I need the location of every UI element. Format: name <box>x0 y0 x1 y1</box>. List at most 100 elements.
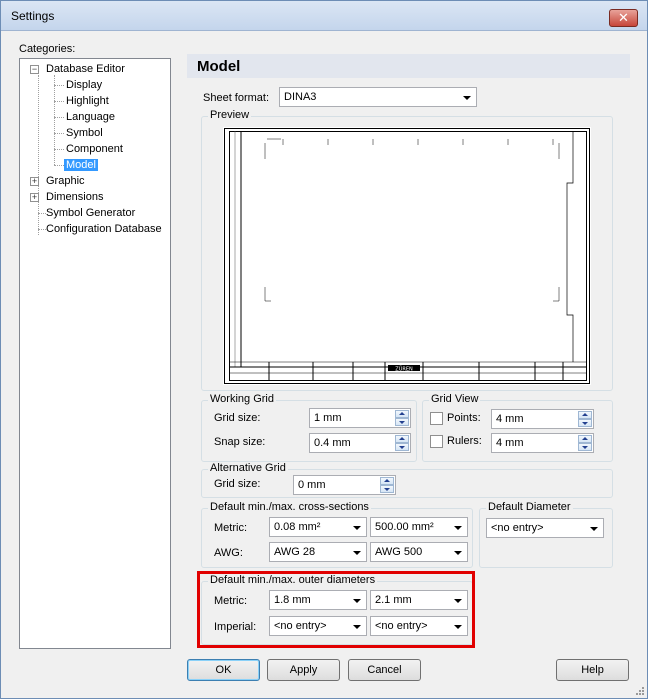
title-bar: Settings ✕ <box>1 1 647 31</box>
rulers-spinner[interactable]: 4 mm <box>491 433 594 453</box>
cross-awg-min-dropdown[interactable]: AWG 28 <box>269 542 367 562</box>
tree-item-label: Language <box>66 111 115 123</box>
cross-awg-min-value: AWG 28 <box>274 546 316 558</box>
cross-metric-min-dropdown[interactable]: 0.08 mm² <box>269 517 367 537</box>
chevron-down-icon <box>454 526 462 530</box>
tree-item-label: Database Editor <box>46 63 125 75</box>
cross-metric-max-value: 500.00 mm² <box>375 521 434 533</box>
close-icon: ✕ <box>618 10 629 25</box>
points-value: 4 mm <box>496 413 524 425</box>
tree-connector <box>54 133 64 134</box>
preview-company-text: ZÜREN <box>395 366 413 373</box>
tree-item-display[interactable]: Display <box>64 78 104 93</box>
tree-item-label: Model <box>64 159 98 171</box>
tree-connector <box>54 117 64 118</box>
page-title: Model <box>197 58 241 75</box>
tree-item-label: Symbol Generator <box>46 207 136 219</box>
grid-size-spinner[interactable]: 1 mm <box>309 408 411 428</box>
settings-window: Settings ✕ Categories: − Database Editor… <box>0 0 648 699</box>
default-diameter-title: Default Diameter <box>486 501 573 513</box>
grid-size-value: 1 mm <box>314 412 342 424</box>
spin-up-icon[interactable] <box>578 411 592 419</box>
points-spinner[interactable]: 4 mm <box>491 409 594 429</box>
apply-button-label: Apply <box>289 664 318 676</box>
alt-grid-size-label: Grid size: <box>214 478 261 490</box>
working-grid-title: Working Grid <box>208 393 276 405</box>
sheet-format-value: DINA3 <box>284 91 317 103</box>
default-diameter-group: Default Diameter <box>479 501 613 568</box>
cross-metric-label: Metric: <box>214 522 247 534</box>
tree-item-label: Dimensions <box>46 191 104 203</box>
tree-connector <box>54 75 55 165</box>
spin-up-icon[interactable] <box>395 435 409 443</box>
spin-up-icon[interactable] <box>395 410 409 418</box>
rulers-label: Rulers: <box>447 435 482 447</box>
cancel-button-label: Cancel <box>367 664 402 676</box>
preview-label: Preview <box>208 109 252 121</box>
tree-item-component[interactable]: Component <box>64 142 125 157</box>
tree-connector <box>54 165 64 166</box>
tree-connector <box>54 149 64 150</box>
tree-item-label: Highlight <box>66 95 109 107</box>
resize-grip-icon[interactable] <box>635 686 645 696</box>
cross-metric-max-dropdown[interactable]: 500.00 mm² <box>370 517 468 537</box>
spin-down-icon[interactable] <box>578 419 592 427</box>
highlight-annotation <box>197 571 475 648</box>
alt-grid-size-spinner[interactable]: 0 mm <box>293 475 396 495</box>
tree-item-model[interactable]: Model <box>64 158 98 173</box>
snap-size-value: 0.4 mm <box>314 437 351 449</box>
spin-down-icon[interactable] <box>380 485 394 493</box>
alternative-grid-title: Alternative Grid <box>208 462 288 474</box>
tree-item-highlight[interactable]: Highlight <box>64 94 111 109</box>
spin-down-icon[interactable] <box>395 443 409 451</box>
sheet-preview: ZÜREN <box>223 127 591 385</box>
rulers-checkbox[interactable] <box>430 435 443 448</box>
tree-item-symbol-generator[interactable]: Symbol Generator <box>44 206 137 221</box>
alt-grid-size-value: 0 mm <box>298 479 326 491</box>
spin-down-icon[interactable] <box>578 443 592 451</box>
tree-item-language[interactable]: Language <box>64 110 117 125</box>
default-diameter-value: <no entry> <box>491 522 544 534</box>
tree-connector <box>54 85 64 86</box>
tree-item-label: Configuration Database <box>46 223 162 235</box>
snap-size-spinner[interactable]: 0.4 mm <box>309 433 411 453</box>
cross-awg-max-value: AWG 500 <box>375 546 423 558</box>
apply-button[interactable]: Apply <box>267 659 340 681</box>
ok-button[interactable]: OK <box>187 659 260 681</box>
tree-item-database-editor[interactable]: Database Editor <box>44 62 127 77</box>
spin-down-icon[interactable] <box>395 418 409 426</box>
tree-item-label: Display <box>66 79 103 91</box>
grid-view-title: Grid View <box>429 393 481 405</box>
tree-item-symbol[interactable]: Symbol <box>64 126 105 141</box>
points-checkbox[interactable] <box>430 412 443 425</box>
ok-button-label: OK <box>215 664 232 676</box>
spin-up-icon[interactable] <box>578 435 592 443</box>
tree-item-label: Component <box>66 143 123 155</box>
help-button[interactable]: Help <box>556 659 629 681</box>
tree-expander-icon[interactable]: + <box>30 193 39 202</box>
tree-item-graphic[interactable]: Graphic <box>44 174 87 189</box>
tree-item-dimensions[interactable]: Dimensions <box>44 190 105 205</box>
cross-sections-title: Default min./max. cross-sections <box>208 501 371 513</box>
tree-item-label: Symbol <box>66 127 103 139</box>
panel-header: Model <box>187 54 630 78</box>
tree-item-configuration-database[interactable]: Configuration Database <box>44 222 164 237</box>
tree-expander-icon[interactable]: + <box>30 177 39 186</box>
spin-up-icon[interactable] <box>380 477 394 485</box>
rulers-value: 4 mm <box>496 437 524 449</box>
cross-awg-max-dropdown[interactable]: AWG 500 <box>370 542 468 562</box>
help-button-label: Help <box>581 664 604 676</box>
categories-label: Categories: <box>19 43 76 55</box>
window-title: Settings <box>11 9 55 23</box>
sheet-format-dropdown[interactable]: DINA3 <box>279 87 477 107</box>
close-button[interactable]: ✕ <box>609 9 638 27</box>
tree-expander-icon[interactable]: − <box>30 65 39 74</box>
default-diameter-dropdown[interactable]: <no entry> <box>486 518 604 538</box>
cancel-button[interactable]: Cancel <box>348 659 421 681</box>
categories-tree[interactable]: − Database Editor Display Highlight Lang… <box>19 58 171 649</box>
chevron-down-icon <box>353 526 361 530</box>
cross-awg-label: AWG: <box>214 547 243 559</box>
chevron-down-icon <box>454 551 462 555</box>
alternative-grid-group: Alternative Grid <box>201 462 613 498</box>
snap-size-label: Snap size: <box>214 436 266 448</box>
